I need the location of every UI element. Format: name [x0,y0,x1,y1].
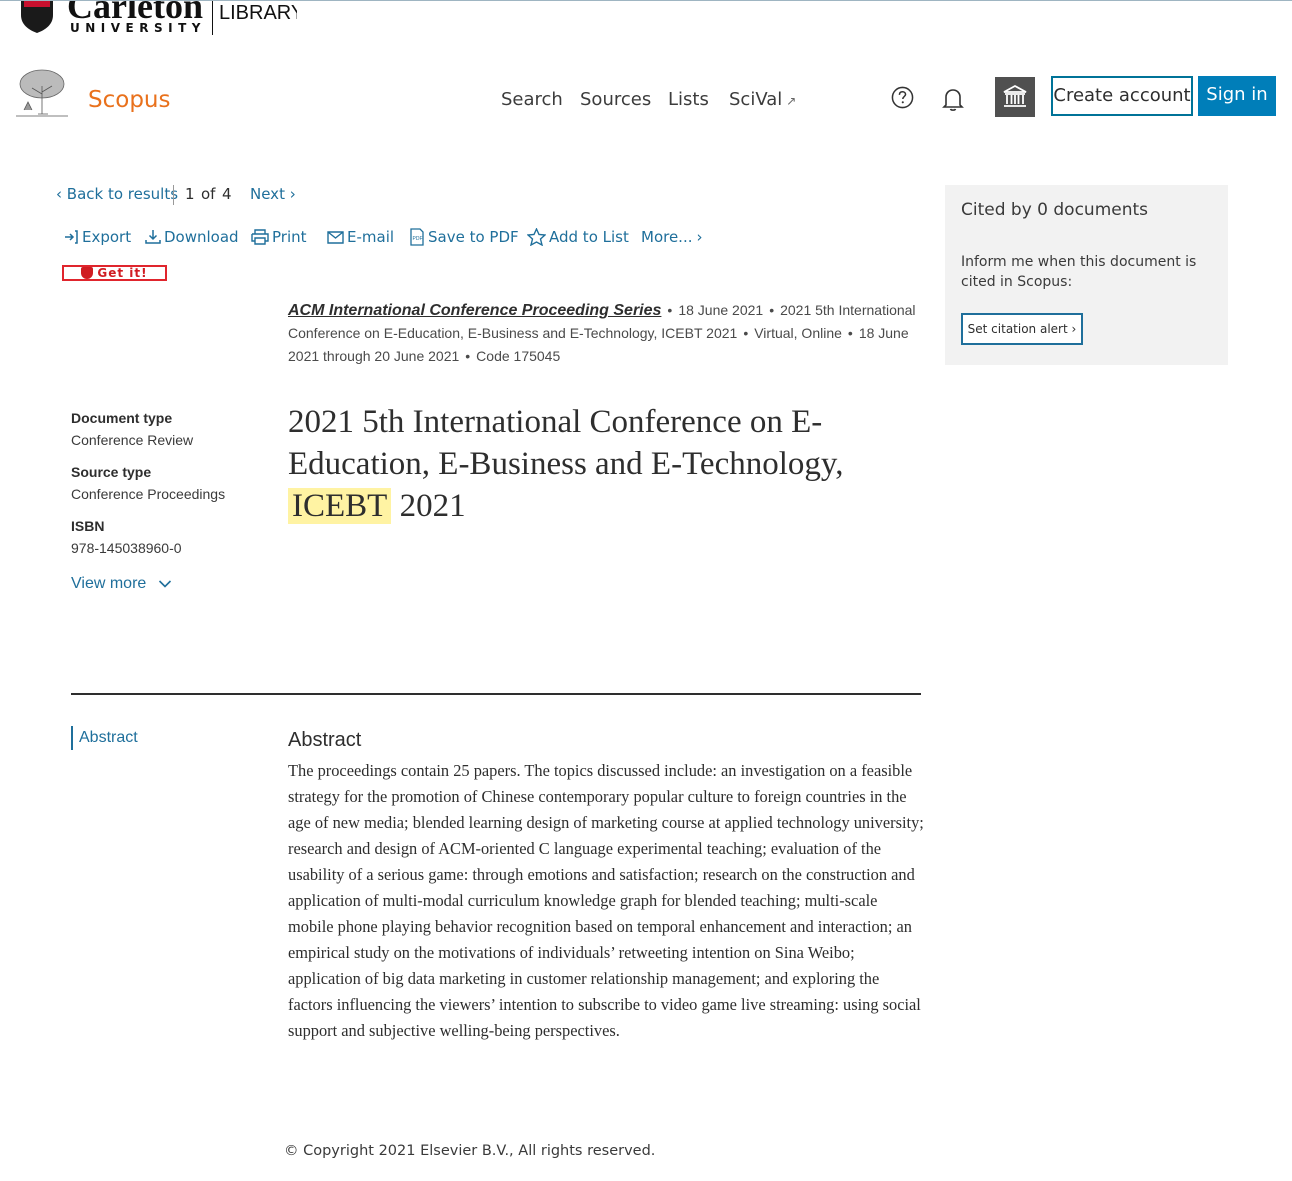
nav-scival[interactable]: SciVal ↗ [729,89,796,110]
set-citation-alert-button[interactable]: Set citation alert › [961,313,1083,345]
email-button[interactable]: E-mail [327,228,394,246]
source-type-value: Conference Proceedings [71,486,226,502]
isbn-label: ISBN [71,518,105,534]
export-icon [65,230,78,244]
download-label: Download [164,228,239,246]
abstract-section-link[interactable]: Abstract [71,726,138,750]
carleton-shield-icon [21,1,53,33]
get-it-button[interactable]: Get it! [62,265,167,281]
document-type-label: Document type [71,410,173,426]
svg-text:PDF: PDF [413,236,423,242]
abstract-heading: Abstract [288,729,362,751]
conference-location: Virtual, Online [754,325,842,341]
email-icon [327,231,344,244]
chevron-down-icon [159,580,172,588]
back-to-results-link[interactable]: ‹ Back to results [56,185,178,203]
external-link-icon: ↗ [786,94,797,108]
print-label: Print [272,228,307,246]
cited-by-title: Cited by 0 documents [961,200,1149,220]
add-to-list-button[interactable]: Add to List [527,228,629,246]
institution-divider [212,1,213,35]
create-account-button[interactable]: Create account [1051,76,1193,116]
notifications-bell-icon[interactable] [941,86,965,112]
pdf-icon: PDF [410,228,424,246]
isbn-value: 978-145038960-0 [71,540,182,556]
cited-by-panel: Cited by 0 documents Inform me when this… [945,185,1228,365]
source-series-link[interactable]: ACM International Conference Proceeding … [288,302,661,319]
sign-in-button[interactable]: Sign in [1198,76,1276,116]
institution-access-button[interactable] [995,77,1035,117]
source-info: ACM International Conference Proceeding … [288,302,916,364]
export-label: Export [82,228,132,246]
save-to-pdf-button[interactable]: PDF Save to PDF [409,228,519,246]
nav-lists[interactable]: Lists [668,89,709,110]
library-link[interactable]: LIBRARY [219,2,297,25]
section-divider [71,693,921,695]
result-total: 4 [222,185,232,203]
next-result-link[interactable]: Next › [250,185,296,203]
result-current: 1 [185,185,195,203]
institution-bar: Carleton UNIVERSITY LIBRARY [0,0,1292,42]
get-it-label: Get it! [97,266,148,280]
view-more-label: View more [71,575,147,592]
get-it-shield-icon [81,267,94,279]
more-label: More... [641,228,693,246]
nav-scival-label: SciVal [729,89,783,110]
back-to-results-label: Back to results [66,185,179,203]
conference-code: Code 175045 [476,348,561,364]
abstract-text: The proceedings contain 25 papers. The t… [288,761,924,1040]
title-text-end: 2021 [391,488,466,524]
add-to-list-label: Add to List [549,228,629,246]
copyright-text: Copyright 2021 Elsevier B.V., All rights… [303,1143,656,1159]
source-type-label: Source type [71,464,152,480]
document-title: 2021 5th International Conference on E-E… [288,401,908,527]
result-of: of [201,185,216,203]
print-button[interactable]: Print [251,228,307,246]
title-highlighted-term: ICEBT [288,488,392,524]
copyright-icon: © [284,1143,299,1159]
download-button[interactable]: Download [145,228,239,246]
nav-search[interactable]: Search [501,89,563,110]
document-type-value: Conference Review [71,432,194,448]
result-nav-divider [173,185,174,205]
save-to-pdf-label: Save to PDF [428,228,519,246]
email-label: E-mail [347,228,395,246]
elsevier-tree-logo[interactable] [14,66,70,118]
chevron-right-icon: › [289,185,296,203]
more-options-button[interactable]: More... › [641,228,703,246]
institution-subtitle: UNIVERSITY [70,21,206,35]
print-icon [251,229,269,245]
view-more-button[interactable]: View more [71,575,172,593]
institution-icon [1003,84,1027,107]
help-icon[interactable] [891,86,914,109]
chevron-right-icon: › [696,228,703,246]
chevron-right-icon: › [1071,322,1077,336]
title-text: 2021 5th International Conference on E-E… [288,404,844,482]
scopus-logo[interactable]: Scopus [88,87,170,113]
next-label: Next [250,185,285,203]
export-button[interactable]: Export [63,228,131,246]
star-icon [527,228,546,246]
chevron-left-icon: ‹ [56,185,62,203]
publication-date: 18 June 2021 [678,302,764,318]
copyright-notice: © Copyright 2021 Elsevier B.V., All righ… [284,1143,655,1159]
cited-inform-text: Inform me when this document is cited in… [961,254,1197,290]
download-icon [145,230,161,244]
set-citation-alert-label: Set citation alert [967,322,1068,336]
nav-sources[interactable]: Sources [580,89,651,110]
